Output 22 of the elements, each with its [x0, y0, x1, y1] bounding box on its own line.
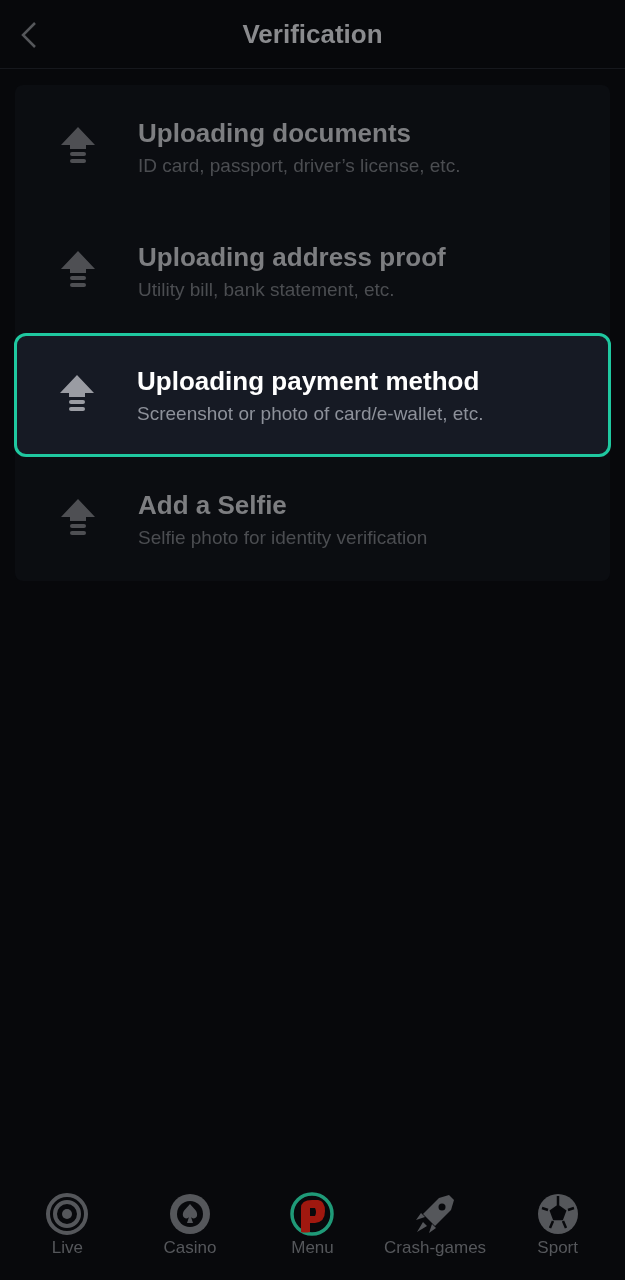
- verification-item[interactable]: Uploading address proof Utility bill, bank statement, etc.: [15, 209, 610, 333]
- target-icon: [45, 1192, 90, 1236]
- item-subtitle: Utility bill, bank statement, etc.: [138, 278, 396, 301]
- item-title: Uploading documents: [138, 117, 412, 149]
- verification-item[interactable]: Uploading payment method Screenshot or photo of card/e-wallet, etc.: [14, 333, 611, 457]
- item-title: Uploading payment method: [137, 365, 481, 397]
- screen-title: Verification: [242, 18, 383, 50]
- nav-tab[interactable]: Sport: [497, 1192, 618, 1258]
- item-title: Add a Selfie: [138, 489, 288, 521]
- chip-icon: [167, 1192, 212, 1236]
- nav-tab[interactable]: Live: [7, 1192, 128, 1258]
- item-subtitle: Selfie photo for identity verification: [138, 526, 428, 549]
- nav-tab[interactable]: Menu: [252, 1192, 373, 1258]
- verification-item[interactable]: Uploading documents ID card, passport, driver’s license, etc.: [15, 85, 610, 209]
- ball-icon: [535, 1192, 580, 1236]
- verification-item[interactable]: Add a Selfie Selfie photo for identity verification: [15, 457, 610, 581]
- item-subtitle: ID card, passport, driver’s license, etc.: [138, 154, 461, 177]
- nav-tab[interactable]: Crash-games: [375, 1192, 496, 1258]
- item-title: Uploading address proof: [138, 241, 446, 273]
- item-subtitle: Screenshot or photo of card/e-wallet, etc.: [137, 402, 484, 425]
- logo-icon: [290, 1192, 335, 1236]
- nav-tab[interactable]: Casino: [129, 1192, 250, 1258]
